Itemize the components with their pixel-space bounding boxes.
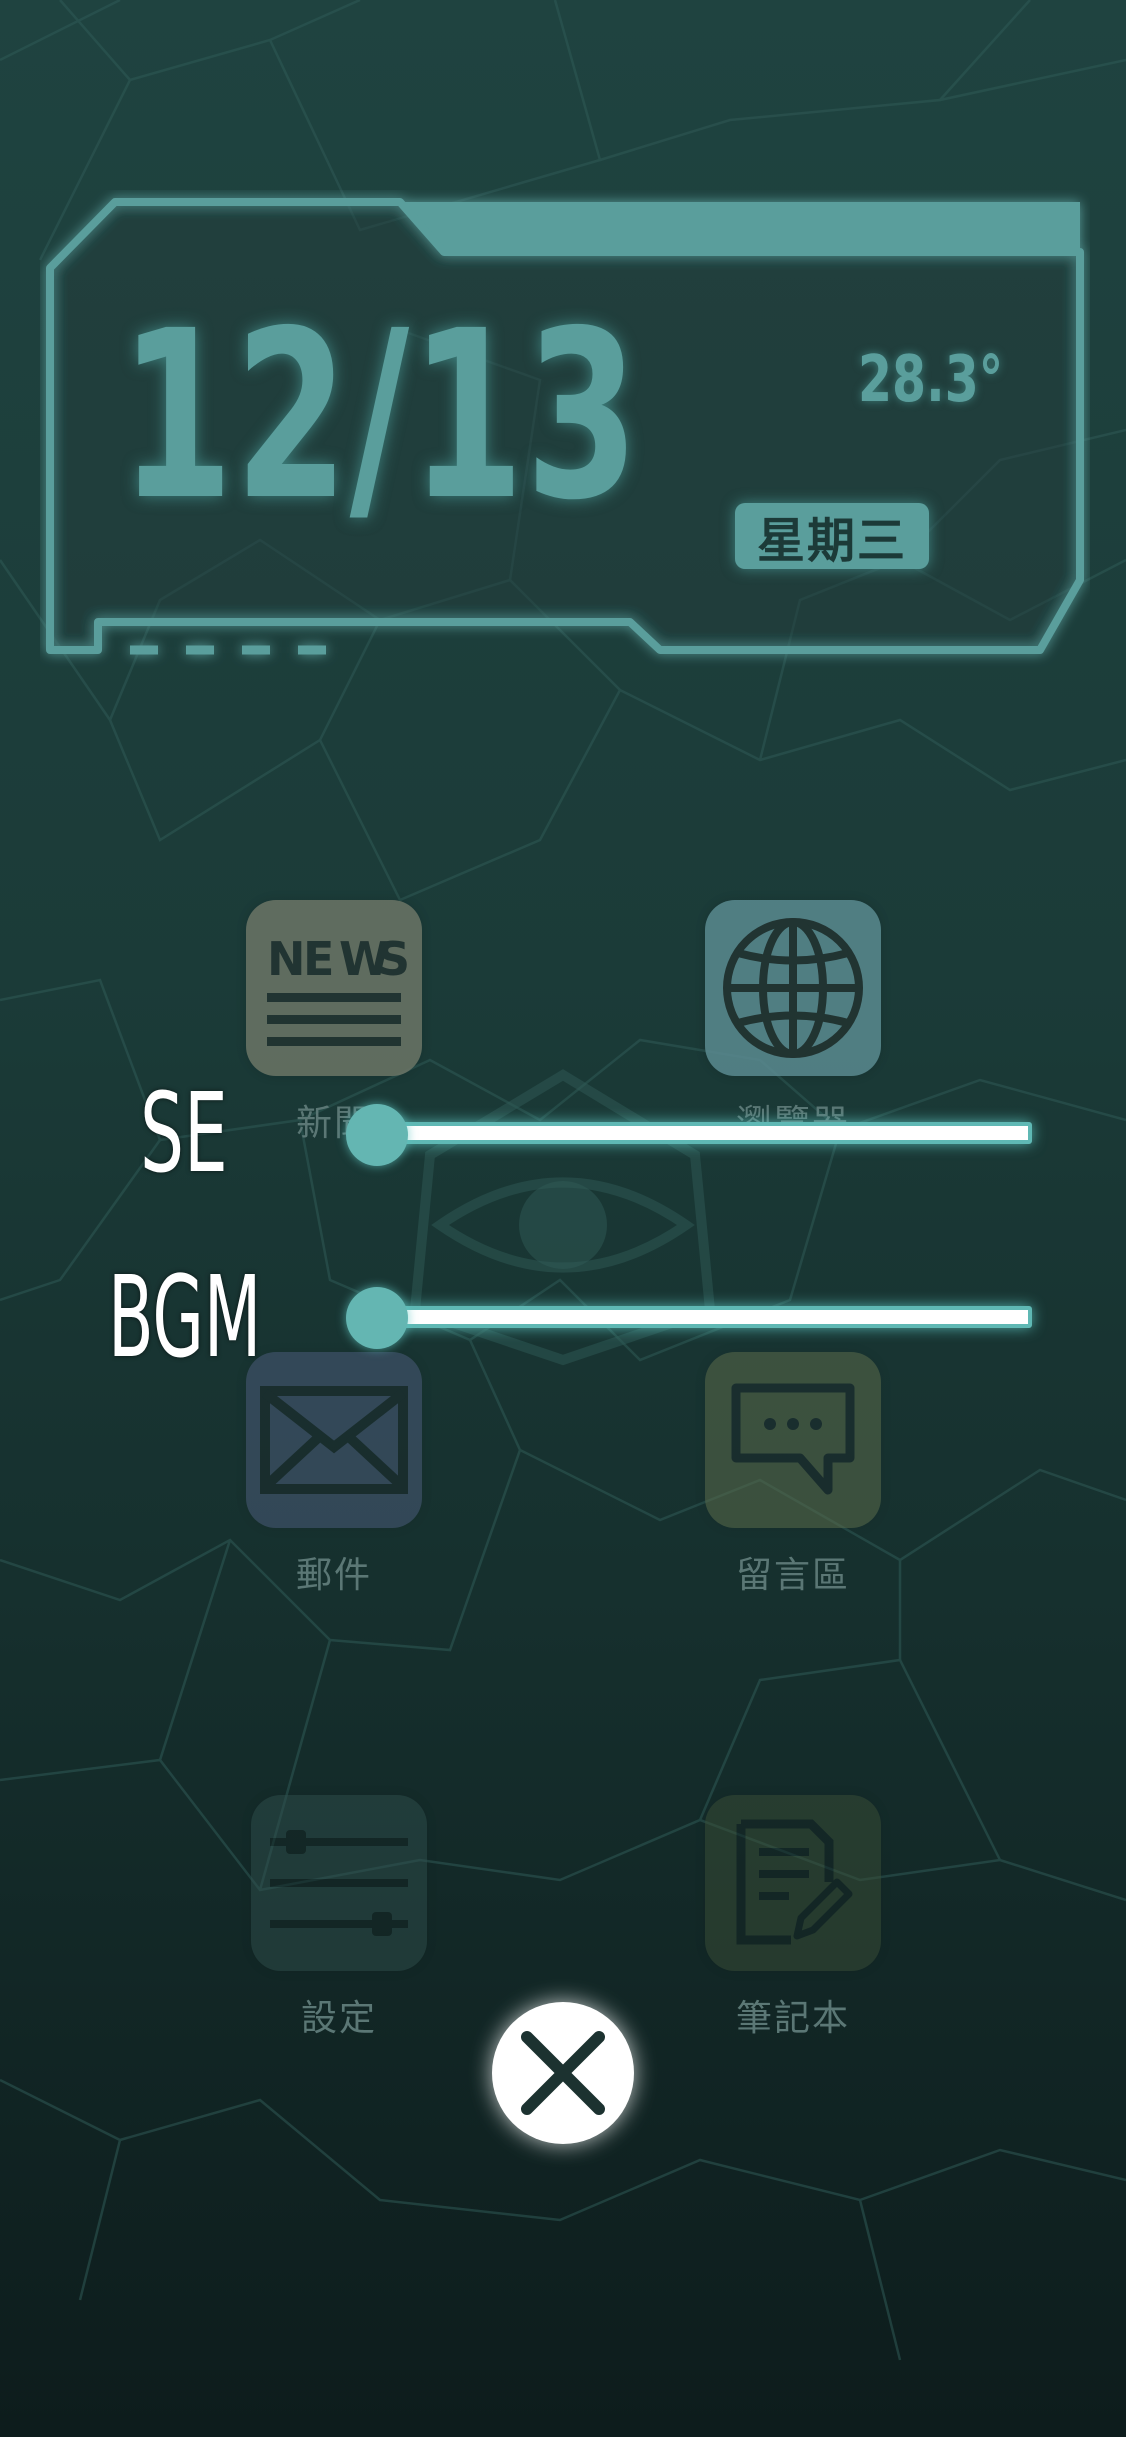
notebook-tile[interactable]	[705, 1795, 881, 1971]
temperature-display: 28.3°	[858, 343, 1004, 417]
news-tile[interactable]: NEWS	[246, 900, 422, 1076]
sliders-icon	[270, 1830, 408, 1936]
se-slider-knob[interactable]	[346, 1104, 408, 1166]
bgm-slider-knob[interactable]	[346, 1287, 408, 1349]
browser-tile[interactable]	[705, 900, 881, 1076]
app-notebook[interactable]: 筆記本	[704, 1795, 882, 2041]
mail-icon	[260, 1386, 408, 1494]
svg-text:N: N	[267, 932, 306, 986]
bgm-slider-track[interactable]	[378, 1306, 1032, 1328]
app-label-board: 留言區	[735, 1555, 850, 1596]
mail-tile[interactable]	[246, 1352, 422, 1528]
globe-icon	[723, 918, 863, 1058]
app-mail[interactable]: 郵件	[245, 1352, 423, 1598]
notebook-pen-icon	[736, 1819, 853, 1945]
app-board[interactable]: 留言區	[704, 1352, 882, 1598]
chat-bubble-icon	[731, 1383, 855, 1495]
svg-text:E: E	[303, 932, 334, 986]
board-tile[interactable]	[705, 1352, 881, 1528]
app-browser[interactable]: 瀏覽器	[704, 900, 882, 1146]
weekday-badge: 星期三	[735, 503, 929, 569]
app-label-mail: 郵件	[295, 1555, 372, 1596]
bgm-label: BGM	[108, 1253, 262, 1383]
settings-tile[interactable]	[251, 1795, 427, 1971]
date-display: 12/13	[120, 281, 641, 551]
app-label-settings: 設定	[300, 1998, 377, 2039]
close-icon	[521, 2031, 605, 2115]
close-button[interactable]	[492, 2002, 634, 2144]
se-slider-track[interactable]	[378, 1122, 1032, 1144]
news-icon: NE WS	[267, 932, 409, 1046]
weekday-label: 星期三	[756, 513, 907, 569]
app-settings[interactable]: 設定	[250, 1795, 428, 2041]
app-news[interactable]: NEWS 新聞	[245, 900, 423, 1146]
app-label-notebook: 筆記本	[735, 1998, 850, 2039]
se-label: SE	[140, 1069, 228, 1197]
svg-text:S: S	[377, 932, 409, 986]
